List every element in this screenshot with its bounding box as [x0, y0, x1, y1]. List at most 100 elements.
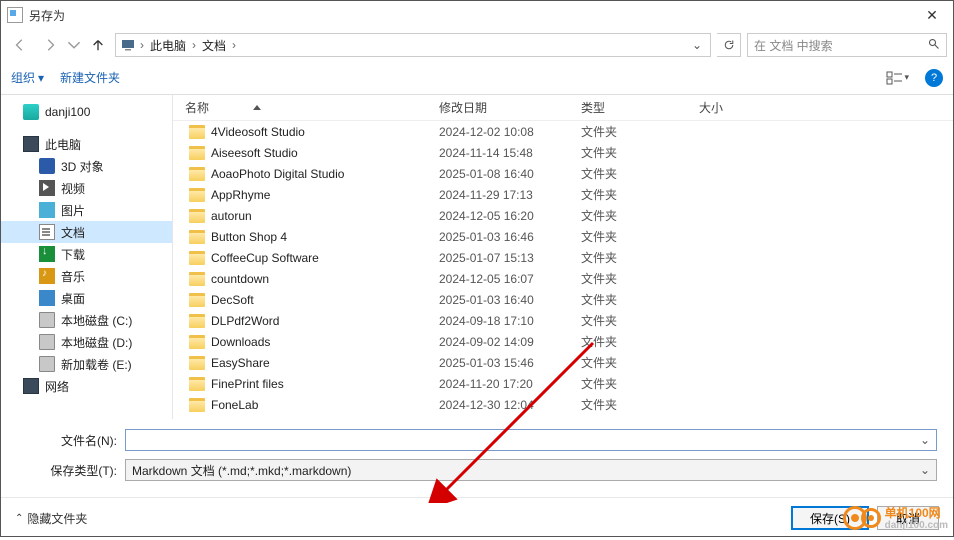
- filename-input[interactable]: ⌄: [125, 429, 937, 451]
- folder-icon: [189, 335, 205, 349]
- folder-icon: [189, 293, 205, 307]
- file-name: Downloads: [211, 335, 270, 349]
- pc-icon: [120, 37, 136, 53]
- file-date: 2025-01-03 15:46: [429, 356, 571, 370]
- back-button[interactable]: [7, 32, 33, 58]
- recent-button[interactable]: [67, 32, 81, 58]
- filetype-select[interactable]: Markdown 文档 (*.md;*.mkd;*.markdown)⌄: [125, 459, 937, 481]
- folder-icon: [39, 180, 55, 196]
- sidebar-item[interactable]: 本地磁盘 (D:): [1, 331, 172, 353]
- folder-icon: [189, 377, 205, 391]
- folder-icon: [189, 125, 205, 139]
- sidebar-item[interactable]: 音乐: [1, 265, 172, 287]
- sidebar-item[interactable]: 桌面: [1, 287, 172, 309]
- file-type: 文件夹: [571, 207, 689, 224]
- chevron-up-icon: ⌃: [15, 513, 23, 524]
- file-row[interactable]: countdown2024-12-05 16:07文件夹: [173, 268, 953, 289]
- nav-bar: › 此电脑 › 文档 › ⌄ 在 文档 中搜索: [1, 29, 953, 61]
- title-bar: 另存为 ✕: [1, 1, 953, 29]
- forward-button[interactable]: [37, 32, 63, 58]
- breadcrumb-seg[interactable]: 文档: [198, 37, 230, 54]
- up-button[interactable]: [85, 32, 111, 58]
- file-row[interactable]: Aiseesoft Studio2024-11-14 15:48文件夹: [173, 142, 953, 163]
- folder-icon: [189, 209, 205, 223]
- file-row[interactable]: EasyShare2025-01-03 15:46文件夹: [173, 352, 953, 373]
- filename-label: 文件名(N):: [17, 432, 125, 449]
- sidebar-item-label: 文档: [61, 224, 85, 241]
- file-row[interactable]: FinePrint files2024-11-20 17:20文件夹: [173, 373, 953, 394]
- file-row[interactable]: 4Videosoft Studio2024-12-02 10:08文件夹: [173, 121, 953, 142]
- col-date[interactable]: 修改日期: [429, 99, 571, 116]
- file-name: FoneLab: [211, 398, 258, 412]
- organize-button[interactable]: 组织 ▾: [11, 69, 44, 86]
- file-date: 2024-09-02 14:09: [429, 335, 571, 349]
- file-date: 2024-12-05 16:20: [429, 209, 571, 223]
- sidebar-item-label: 3D 对象: [61, 158, 104, 175]
- save-button[interactable]: 保存(S): [791, 506, 869, 530]
- file-type: 文件夹: [571, 312, 689, 329]
- folder-icon: [189, 314, 205, 328]
- file-row[interactable]: DLPdf2Word 2024-09-18 17:10文件夹: [173, 310, 953, 331]
- chevron-down-icon[interactable]: ⌄: [920, 433, 930, 447]
- file-row[interactable]: AppRhyme2024-11-29 17:13文件夹: [173, 184, 953, 205]
- file-row[interactable]: Button Shop 42025-01-03 16:46文件夹: [173, 226, 953, 247]
- file-date: 2025-01-07 15:13: [429, 251, 571, 265]
- folder-icon: [39, 202, 55, 218]
- file-name: DLPdf2Word: [211, 314, 279, 328]
- sidebar-item[interactable]: 图片: [1, 199, 172, 221]
- view-button[interactable]: ▾: [886, 71, 909, 85]
- chevron-down-icon[interactable]: ⌄: [688, 38, 706, 52]
- chevron-down-icon[interactable]: ⌄: [920, 463, 930, 477]
- hide-folders-button[interactable]: ⌃ 隐藏文件夹: [15, 510, 87, 527]
- sidebar-item[interactable]: 网络: [1, 375, 172, 397]
- close-icon[interactable]: ✕: [917, 7, 947, 24]
- sidebar-item[interactable]: 新加载卷 (E:): [1, 353, 172, 375]
- folder-icon: [23, 378, 39, 394]
- search-icon: [928, 38, 940, 53]
- folder-icon: [39, 158, 55, 174]
- file-type: 文件夹: [571, 333, 689, 350]
- file-row[interactable]: DecSoft2025-01-03 16:40文件夹: [173, 289, 953, 310]
- chevron-right-icon: ›: [230, 38, 238, 52]
- file-type: 文件夹: [571, 123, 689, 140]
- file-row[interactable]: autorun 2024-12-05 16:20文件夹: [173, 205, 953, 226]
- address-bar[interactable]: › 此电脑 › 文档 › ⌄: [115, 33, 711, 57]
- sidebar-item[interactable]: 下载: [1, 243, 172, 265]
- folder-icon: [189, 272, 205, 286]
- file-type: 文件夹: [571, 270, 689, 287]
- file-date: 2025-01-08 16:40: [429, 167, 571, 181]
- file-date: 2024-12-05 16:07: [429, 272, 571, 286]
- help-button[interactable]: ?: [925, 69, 943, 87]
- folder-icon: [23, 104, 39, 120]
- col-size[interactable]: 大小: [689, 99, 789, 116]
- file-date: 2024-09-18 17:10: [429, 314, 571, 328]
- sidebar-item[interactable]: 文档: [1, 221, 172, 243]
- col-name[interactable]: 名称: [173, 99, 429, 116]
- file-name: autorun: [211, 209, 252, 223]
- sort-ascending-icon: [253, 105, 261, 110]
- col-type[interactable]: 类型: [571, 99, 689, 116]
- file-type: 文件夹: [571, 144, 689, 161]
- search-placeholder: 在 文档 中搜索: [754, 37, 833, 54]
- sidebar-item[interactable]: 3D 对象: [1, 155, 172, 177]
- cancel-button[interactable]: 取消: [877, 506, 939, 530]
- file-row[interactable]: FoneLab2024-12-30 12:04文件夹: [173, 394, 953, 415]
- refresh-button[interactable]: [717, 33, 741, 57]
- file-date: 2025-01-03 16:46: [429, 230, 571, 244]
- sidebar-item-label: danji100: [45, 105, 90, 119]
- search-input[interactable]: 在 文档 中搜索: [747, 33, 947, 57]
- sidebar-item[interactable]: 此电脑: [1, 133, 172, 155]
- file-row[interactable]: CoffeeCup Software2025-01-07 15:13文件夹: [173, 247, 953, 268]
- file-row[interactable]: Downloads 2024-09-02 14:09文件夹: [173, 331, 953, 352]
- breadcrumb-seg[interactable]: 此电脑: [146, 37, 190, 54]
- chevron-right-icon: ›: [138, 38, 146, 52]
- sidebar-item[interactable]: 本地磁盘 (C:): [1, 309, 172, 331]
- sidebar-item-label: 此电脑: [45, 136, 81, 153]
- file-row[interactable]: AoaoPhoto Digital Studio2025-01-08 16:40…: [173, 163, 953, 184]
- new-folder-button[interactable]: 新建文件夹: [60, 69, 120, 86]
- file-list: 4Videosoft Studio2024-12-02 10:08文件夹Aise…: [173, 121, 953, 419]
- sidebar-item[interactable]: 视频: [1, 177, 172, 199]
- folder-icon: [23, 136, 39, 152]
- sidebar-item[interactable]: danji100: [1, 101, 172, 123]
- file-date: 2024-11-20 17:20: [429, 377, 571, 391]
